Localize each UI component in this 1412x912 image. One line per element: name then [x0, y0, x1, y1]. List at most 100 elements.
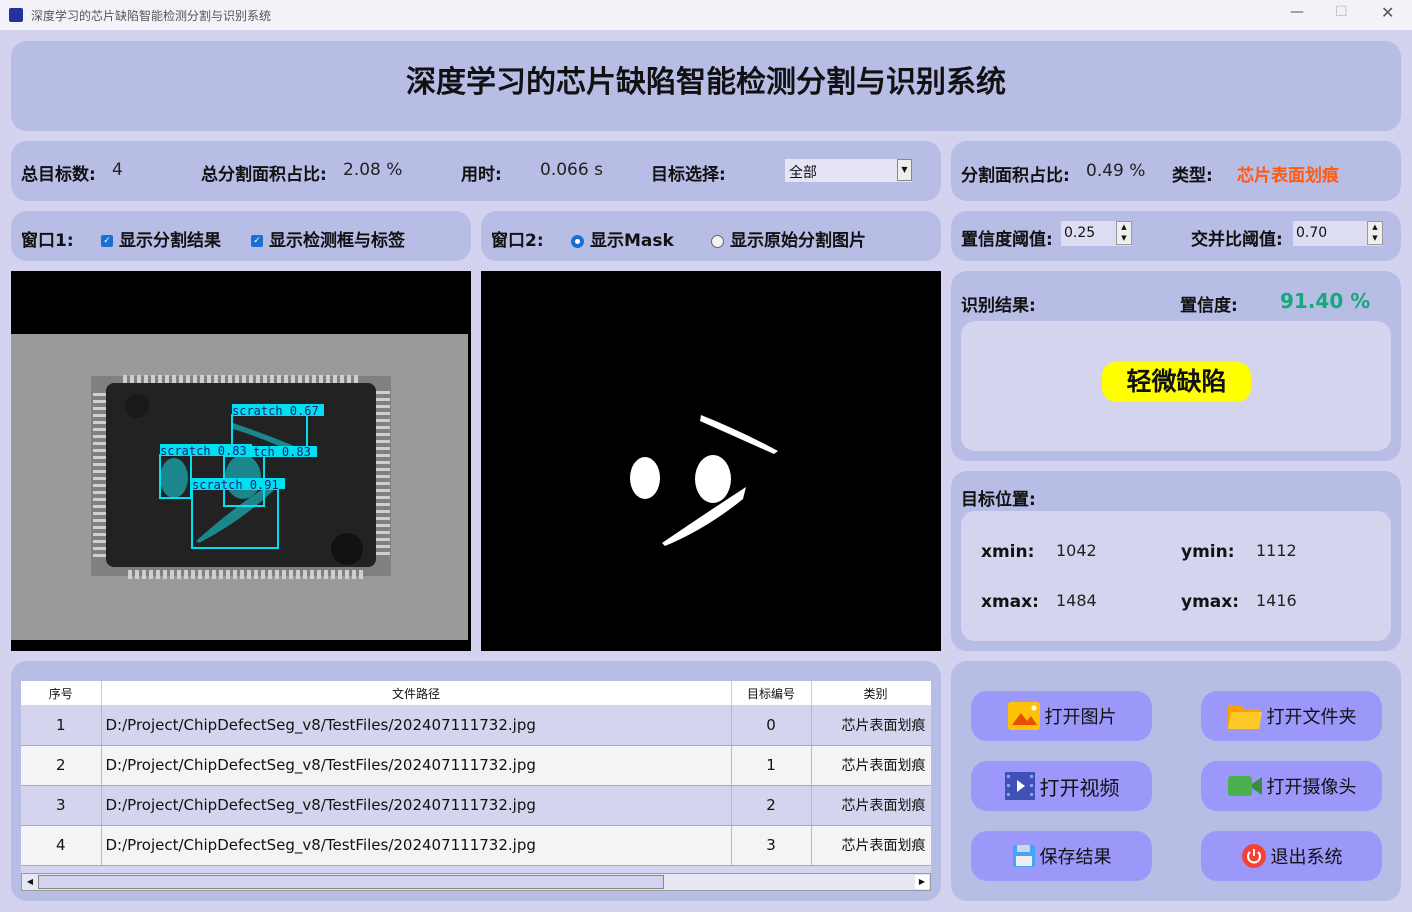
open-camera-label: 打开摄像头: [1266, 777, 1357, 798]
app-icon: [9, 8, 23, 22]
table-row[interactable]: 4 D:/Project/ChipDefectSeg_v8/TestFiles/2…: [21, 825, 931, 866]
camera-icon: [1227, 776, 1262, 796]
result-box: 轻微缺陷: [961, 321, 1391, 451]
scroll-thumb[interactable]: [38, 875, 664, 889]
show-original-label: 显示原始分割图片: [730, 231, 866, 251]
detection-label: scratch 0.67: [232, 404, 319, 418]
show-seg-label: 显示分割结果: [119, 231, 221, 251]
target-select-value: 全部: [789, 165, 817, 181]
scroll-left-arrow[interactable]: ◀: [23, 875, 37, 889]
type-label: 类型:: [1172, 166, 1213, 186]
table-cell: 芯片表面划痕: [811, 825, 931, 866]
detection-image-view: scratch 0.67 scratch 0.83 tch 0.83 scrat…: [11, 271, 471, 651]
column-header[interactable]: 类别: [811, 681, 931, 705]
ymax-label: ymax:: [1181, 592, 1240, 612]
spin-arrows-icon[interactable]: ▲ ▼: [1367, 221, 1383, 245]
open-folder-button[interactable]: 打开文件夹: [1201, 691, 1382, 741]
window1-label: 窗口1:: [21, 231, 74, 251]
table-cell: 3: [731, 825, 812, 866]
xmin-value: 1042: [1056, 541, 1097, 560]
chip-image: scratch 0.67 scratch 0.83 tch 0.83 scrat…: [11, 334, 468, 640]
minimize-button[interactable]: —: [1290, 4, 1304, 20]
table-cell: 芯片表面划痕: [811, 745, 931, 786]
table-cell: D:/Project/ChipDefectSeg_v8/TestFiles/20…: [101, 705, 732, 746]
segment-panel: 分割面积占比: 0.49 % 类型: 芯片表面划痕: [951, 141, 1401, 201]
open-image-label: 打开图片: [1044, 707, 1117, 728]
conf-threshold-label: 置信度阈值:: [961, 230, 1053, 250]
open-video-label: 打开视频: [1039, 775, 1120, 800]
table-cell: 0: [731, 705, 812, 746]
table-row[interactable]: 3 D:/Project/ChipDefectSeg_v8/TestFiles/2…: [21, 785, 931, 826]
show-box-label: 显示检测框与标签: [269, 231, 405, 251]
result-panel: 识别结果: 置信度: 91.40 % 轻微缺陷: [951, 271, 1401, 461]
conf-threshold-spinbox[interactable]: 0.25 ▲ ▼: [1061, 221, 1132, 246]
window-title: 深度学习的芯片缺陷智能检测分割与识别系统: [31, 9, 272, 23]
open-camera-button[interactable]: 打开摄像头: [1201, 761, 1382, 811]
time-value: 0.066 s: [540, 160, 603, 180]
table-cell: D:/Project/ChipDefectSeg_v8/TestFiles/20…: [101, 825, 732, 866]
title-bar: 深度学习的芯片缺陷智能检测分割与识别系统 — ☐ ✕: [0, 0, 1412, 30]
target-label: 目标选择:: [651, 165, 726, 185]
window2-panel: 窗口2: 显示Mask 显示原始分割图片: [481, 211, 941, 261]
time-label: 用时:: [461, 165, 502, 185]
close-button[interactable]: ✕: [1381, 3, 1394, 22]
xmin-label: xmin:: [981, 542, 1035, 562]
scroll-right-arrow[interactable]: ▶: [915, 875, 929, 889]
results-table: 序号 文件路径 目标编号 类别 1 D:/Project/ChipDefectSe…: [21, 681, 931, 866]
mask-image: [630, 415, 778, 546]
checkbox-checked-icon: ✓: [251, 235, 263, 247]
chevron-down-icon: ▼: [897, 159, 912, 181]
horizontal-scrollbar[interactable]: ◀ ▶: [21, 873, 931, 891]
total-label: 总目标数:: [21, 165, 96, 185]
column-header[interactable]: 目标编号: [731, 681, 812, 705]
table-cell: 2: [731, 785, 812, 826]
show-box-checkbox[interactable]: ✓ 显示检测框与标签: [251, 226, 405, 251]
video-icon: [1004, 772, 1035, 800]
iou-threshold-spinbox[interactable]: 0.70 ▲ ▼: [1293, 221, 1383, 246]
table-cell: D:/Project/ChipDefectSeg_v8/TestFiles/20…: [101, 745, 732, 786]
type-value: 芯片表面划痕: [1237, 166, 1339, 186]
result-label: 识别结果:: [961, 296, 1036, 316]
target-select[interactable]: 全部 ▼: [785, 159, 912, 182]
table-row[interactable]: 2 D:/Project/ChipDefectSeg_v8/TestFiles/2…: [21, 745, 931, 786]
xmax-label: xmax:: [981, 592, 1039, 612]
maximize-button[interactable]: ☐: [1335, 4, 1348, 20]
conf-label: 置信度:: [1180, 296, 1238, 316]
position-label: 目标位置:: [961, 490, 1036, 510]
save-icon: [1012, 845, 1035, 867]
table-cell: 2: [21, 745, 102, 786]
window2-label: 窗口2:: [491, 231, 544, 251]
exit-button[interactable]: 退出系统: [1201, 831, 1382, 881]
area-label: 总分割面积占比:: [201, 165, 327, 185]
column-header[interactable]: 文件路径: [101, 681, 732, 705]
show-seg-checkbox[interactable]: ✓ 显示分割结果: [101, 226, 221, 251]
buttons-panel: 打开图片 打开文件夹 打开视频 打开摄像头 保存结果 退出系统: [951, 661, 1401, 901]
image-icon: [1007, 702, 1040, 730]
seg-area-value: 0.49 %: [1086, 161, 1146, 181]
table-row[interactable]: 1 D:/Project/ChipDefectSeg_v8/TestFiles/2…: [21, 705, 931, 746]
radio-selected-icon: [571, 234, 584, 248]
position-panel: 目标位置: xmin: 1042 ymin: 1112 xmax: 1484 y…: [951, 471, 1401, 651]
results-table-container: 序号 文件路径 目标编号 类别 1 D:/Project/ChipDefectSe…: [21, 681, 931, 891]
show-original-radio[interactable]: 显示原始分割图片: [711, 226, 866, 251]
save-label: 保存结果: [1039, 847, 1112, 868]
conf-threshold-value: 0.25: [1064, 225, 1096, 241]
power-icon: [1241, 844, 1266, 868]
iou-threshold-label: 交并比阈值:: [1191, 230, 1283, 250]
stats-panel: 总目标数: 4 总分割面积占比: 2.08 % 用时: 0.066 s 目标选择…: [11, 141, 941, 201]
show-mask-radio[interactable]: 显示Mask: [571, 226, 674, 251]
spin-arrows-icon[interactable]: ▲ ▼: [1116, 221, 1132, 245]
xmax-value: 1484: [1056, 591, 1097, 610]
column-header[interactable]: 序号: [21, 681, 102, 705]
open-video-button[interactable]: 打开视频: [971, 761, 1152, 811]
detection-label: tch 0.83: [253, 445, 311, 459]
position-box: xmin: 1042 ymin: 1112 xmax: 1484 ymax: 1…: [961, 511, 1391, 641]
ymin-value: 1112: [1256, 541, 1297, 560]
save-button[interactable]: 保存结果: [971, 831, 1152, 881]
open-image-button[interactable]: 打开图片: [971, 691, 1152, 741]
table-cell: 芯片表面划痕: [811, 785, 931, 826]
header-panel: 深度学习的芯片缺陷智能检测分割与识别系统: [11, 41, 1401, 131]
detection-label: scratch 0.91: [192, 478, 279, 492]
table-cell: 3: [21, 785, 102, 826]
folder-icon: [1227, 705, 1262, 729]
